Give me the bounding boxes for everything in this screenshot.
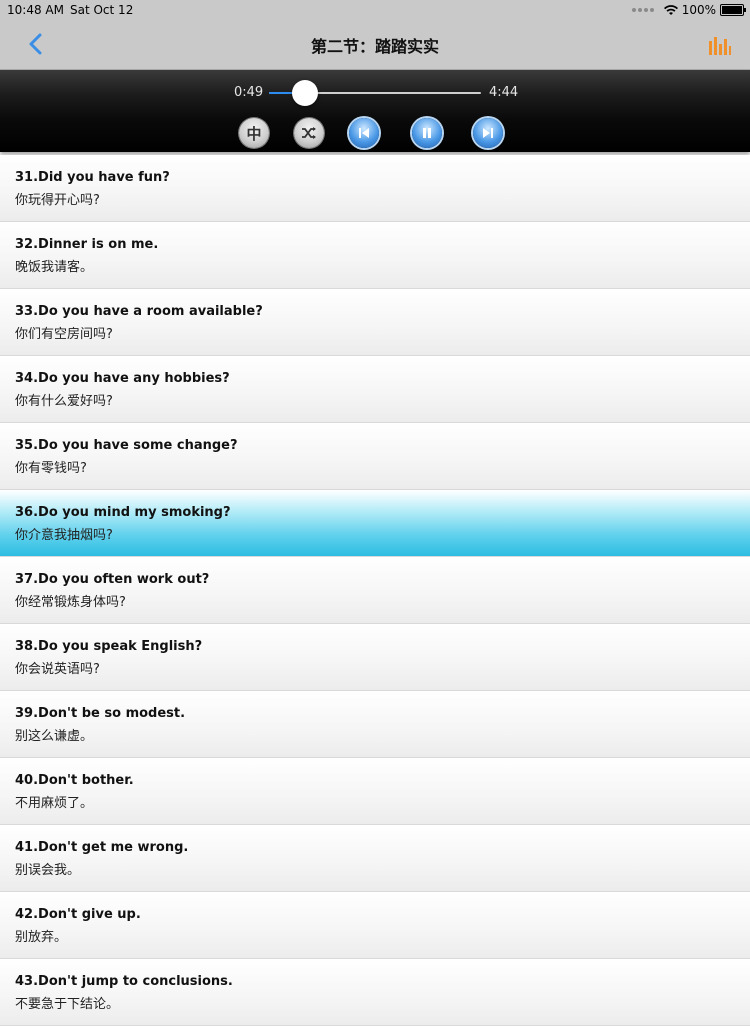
status-right: 100% [631,3,746,17]
list-item[interactable]: 35.Do you have some change? 你有零钱吗? [0,423,750,490]
phrase-english: 42.Don't give up. [15,907,141,922]
phrase-chinese: 别误会我。 [15,863,81,878]
list-item[interactable]: 32.Dinner is on me. 晚饭我请客。 [0,222,750,289]
equalizer-button[interactable] [708,35,732,57]
phrase-chinese: 你玩得开心吗? [15,193,100,208]
phrase-english: 38.Do you speak English? [15,639,203,654]
phrase-chinese: 不用麻烦了。 [15,796,94,811]
list-item[interactable]: 41.Don't get me wrong. 别误会我。 [0,825,750,892]
phrase-english: 39.Don't be so modest. [15,706,186,721]
list-item[interactable]: 43.Don't jump to conclusions. 不要急于下结论。 [0,959,750,1026]
previous-button[interactable] [349,118,379,148]
phrase-chinese: 别这么谦虚。 [15,729,94,744]
phrase-english: 36.Do you mind my smoking? [15,505,231,520]
battery-percent: 100% [681,3,716,17]
phrase-english: 41.Don't get me wrong. [15,840,189,855]
phrase-english: 32.Dinner is on me. [15,237,159,252]
phrase-english: 43.Don't jump to conclusions. [15,974,233,989]
phrase-chinese: 不要急于下结论。 [15,997,120,1012]
status-time: 10:48 AM [7,3,64,17]
status-date: Sat Oct 12 [70,3,134,17]
list-item[interactable]: 38.Do you speak English? 你会说英语吗? [0,624,750,691]
list-item[interactable]: 33.Do you have a room available? 你们有空房间吗? [0,289,750,356]
phrase-chinese: 别放弃。 [15,930,68,945]
audio-player: 0:49 4:44 中 [0,70,750,152]
progress-thumb[interactable] [292,80,319,106]
next-button[interactable] [473,118,503,148]
shuffle-icon [302,127,316,139]
pause-icon [423,128,431,138]
phrase-chinese: 你介意我抽烟吗? [15,528,113,543]
page-title: 第二节：踏踏实实 [310,37,439,56]
language-toggle-button[interactable]: 中 [239,118,269,148]
phrase-chinese: 你们有空房间吗? [15,327,113,342]
phrase-chinese: 你经常锻炼身体吗? [15,595,126,610]
wifi-icon [663,4,678,15]
total-time: 4:44 [489,85,519,100]
pause-button[interactable] [412,118,442,148]
phrase-english: 34.Do you have any hobbies? [15,371,230,386]
skip-next-icon [483,128,493,138]
status-bar: 10:48 AM Sat Oct 12 100% [0,0,750,20]
elapsed-time: 0:49 [234,85,264,100]
phrase-english: 33.Do you have a room available? [15,304,263,319]
progress-slider[interactable] [269,80,481,106]
phrase-chinese: 晚饭我请客。 [15,260,94,275]
phrase-chinese: 你会说英语吗? [15,662,100,677]
list-item[interactable]: 31.Did you have fun? 你玩得开心吗? [0,155,750,222]
list-item[interactable]: 40.Don't bother. 不用麻烦了。 [0,758,750,825]
phrase-english: 35.Do you have some change? [15,438,238,453]
phrase-english: 37.Do you often work out? [15,572,210,587]
shuffle-button[interactable] [294,118,324,148]
list-item[interactable]: 39.Don't be so modest. 别这么谦虚。 [0,691,750,758]
phrase-english: 40.Don't bother. [15,773,134,788]
nav-bar: 第二节：踏踏实实 [0,20,750,70]
battery-icon [720,4,746,16]
phrase-list: 31.Did you have fun? 你玩得开心吗? 32.Dinner is… [0,155,750,1026]
list-item[interactable]: 42.Don't give up. 别放弃。 [0,892,750,959]
language-toggle-label: 中 [246,124,262,143]
phrase-english: 31.Did you have fun? [15,170,170,185]
skip-previous-icon [359,128,369,138]
list-item[interactable]: 34.Do you have any hobbies? 你有什么爱好吗? [0,356,750,423]
multitask-dots-icon [631,8,654,12]
equalizer-icon [709,37,731,55]
list-item[interactable]: 37.Do you often work out? 你经常锻炼身体吗? [0,557,750,624]
phrase-chinese: 你有零钱吗? [15,461,87,476]
list-item-active[interactable]: 36.Do you mind my smoking? 你介意我抽烟吗? [0,490,750,557]
phrase-chinese: 你有什么爱好吗? [15,394,113,409]
